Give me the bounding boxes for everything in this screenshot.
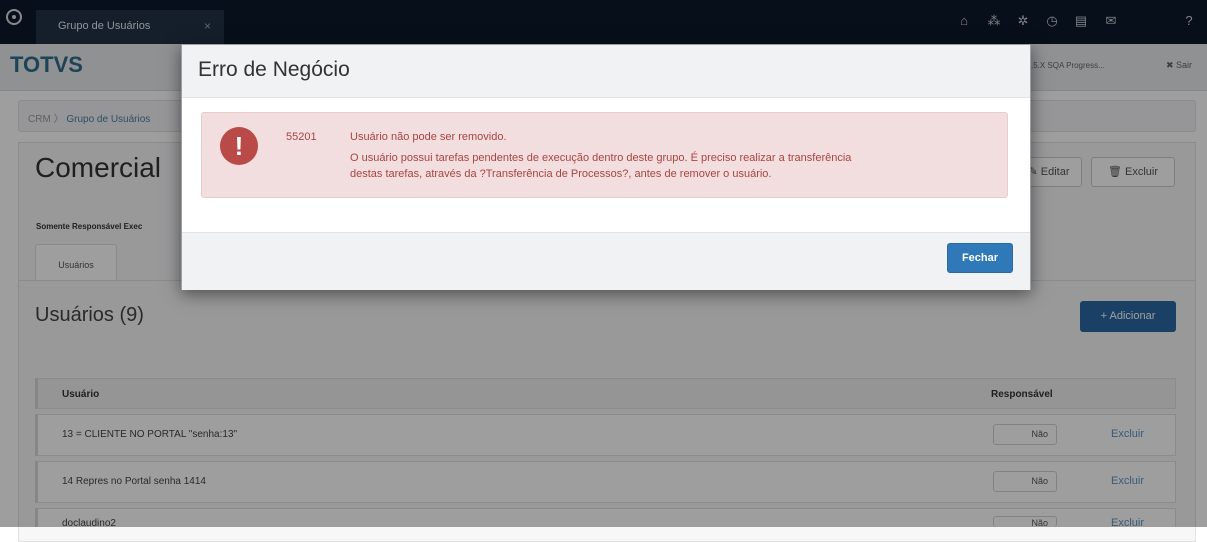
- error-message-line-1: Usuário não pode ser removido.: [350, 131, 507, 143]
- error-exclamation-icon: !: [220, 127, 258, 165]
- modal-title: Erro de Negócio: [198, 58, 350, 81]
- error-message-line-2: O usuário possui tarefas pendentes de ex…: [350, 152, 852, 164]
- error-message-line-3: destas tarefas, através da ?Transferênci…: [350, 168, 772, 180]
- error-code: 55201: [286, 131, 317, 143]
- close-modal-button[interactable]: Fechar: [947, 243, 1013, 273]
- modal-footer: [182, 232, 1030, 290]
